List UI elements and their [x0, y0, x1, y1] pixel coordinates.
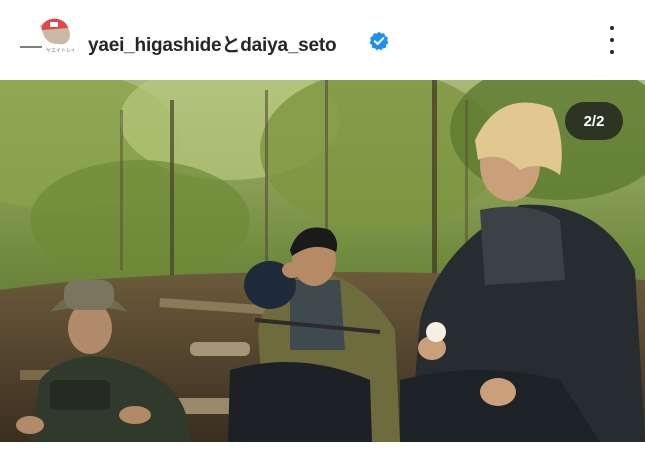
verified-badge-icon — [369, 31, 389, 51]
post-author-names[interactable]: yaei_higashideとdaiya_seto — [88, 30, 337, 57]
post-header: ヤエイトレイル yaei_higashideとdaiya_seto — [0, 0, 645, 80]
profile-avatar-icon[interactable]: ヤエイトレイル — [18, 14, 81, 54]
more-dot — [610, 26, 614, 30]
svg-text:ヤエイトレイル: ヤエイトレイル — [46, 48, 74, 54]
more-dot — [610, 38, 614, 42]
post-footer-spacer — [0, 442, 645, 450]
more-vertical-icon[interactable] — [600, 26, 624, 54]
image-counter-badge: 2/2 — [565, 102, 623, 140]
post-photo[interactable] — [0, 80, 645, 442]
more-dot — [610, 50, 614, 54]
